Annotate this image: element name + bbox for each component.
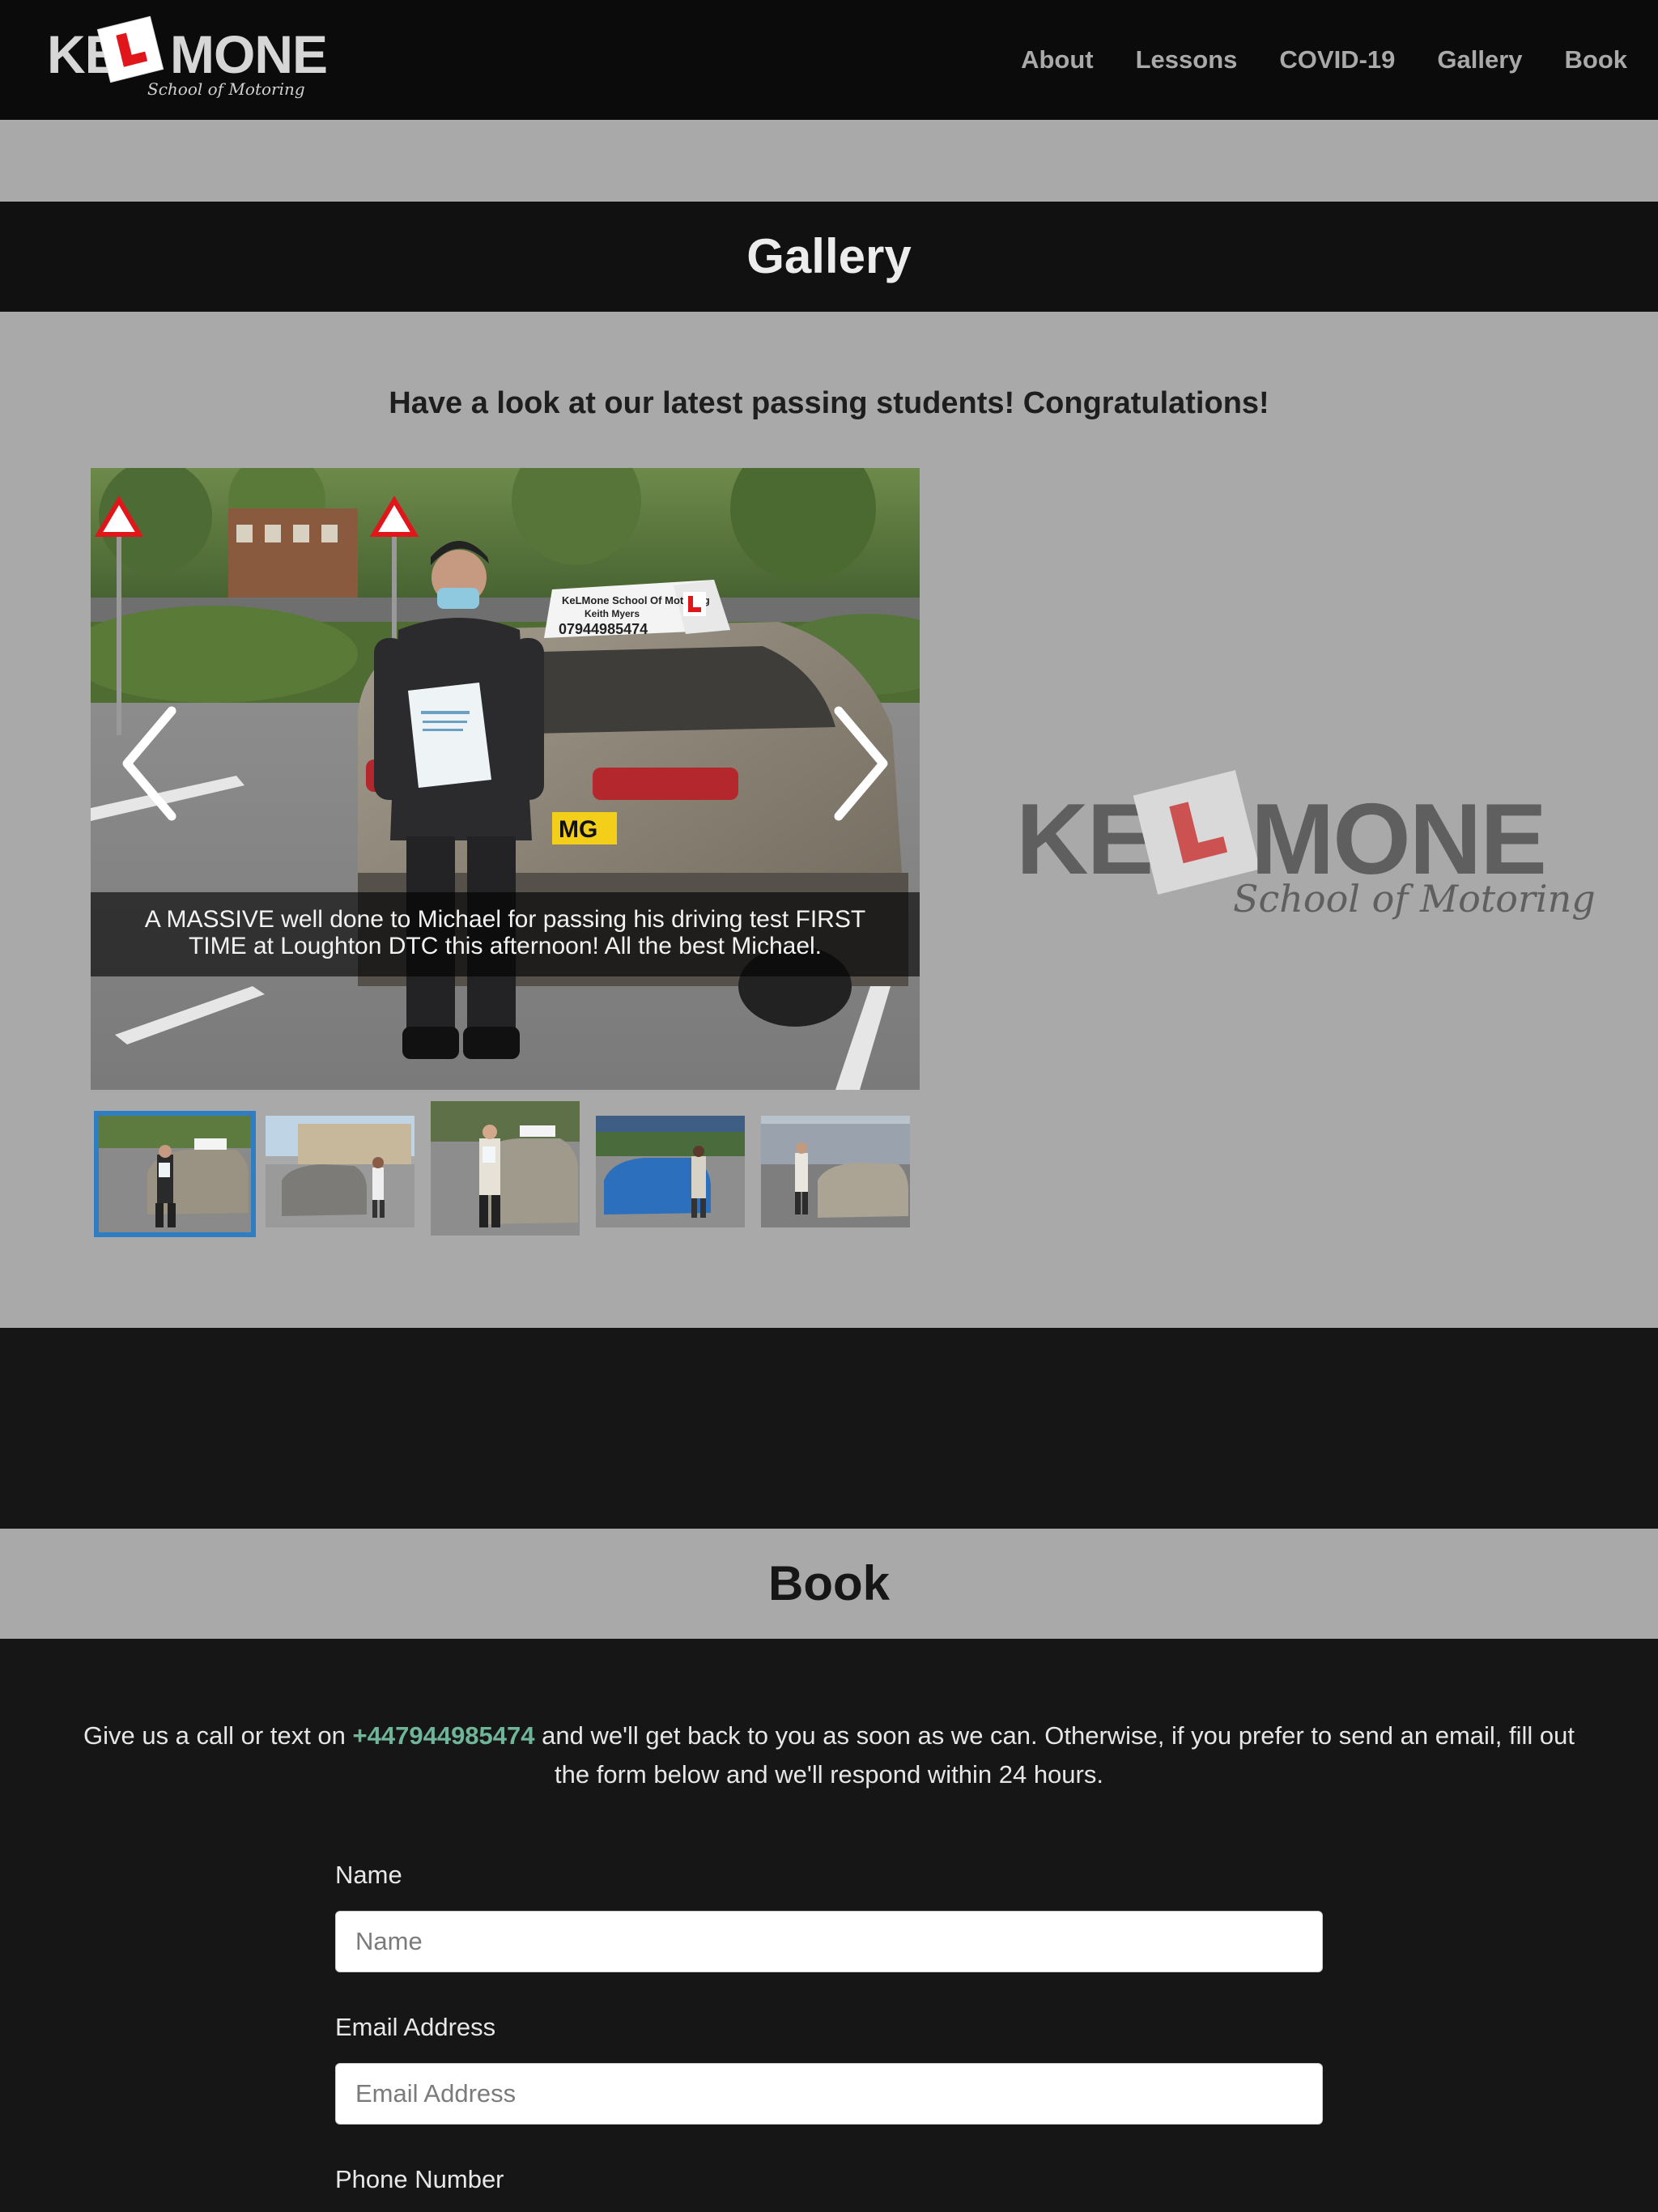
carousel-thumbnails <box>91 1101 920 1237</box>
nav-link-gallery[interactable]: Gallery <box>1437 42 1522 78</box>
car-number-plate: MG <box>559 816 597 843</box>
learner-plate-icon <box>97 16 164 83</box>
carousel-caption: A MASSIVE well done to Michael for passi… <box>91 892 920 976</box>
thumbnail-2[interactable] <box>266 1116 414 1227</box>
book-intro-after: and we'll get back to you as soon as we … <box>534 1721 1575 1789</box>
gallery-logo-tagline: School of Motoring <box>1233 877 1596 921</box>
thumbnail-1-photo <box>99 1116 251 1232</box>
carousel-photo: MG KeLMone School Of Motoring Keith Myer… <box>91 468 920 1090</box>
book-intro-before: Give us a call or text on <box>83 1721 353 1750</box>
carousel-prev-arrow[interactable] <box>115 703 188 824</box>
gallery-logo-left-text: KE <box>1016 784 1154 895</box>
brand-logo[interactable]: KE MONE School of Motoring <box>47 16 328 99</box>
brand-logo-tagline: School of Motoring <box>147 79 305 99</box>
gallery-top-spacer <box>0 120 1658 202</box>
brand-logo-right-text: MONE <box>170 24 328 84</box>
name-input[interactable] <box>335 1911 1323 1972</box>
phone-label: Phone Number <box>335 2165 504 2193</box>
gallery-carousel[interactable]: MG KeLMone School Of Motoring Keith Myer… <box>91 468 920 1090</box>
gallery-subtitle: Have a look at our latest passing studen… <box>389 386 1269 420</box>
book-intro-text: Give us a call or text on +447944985474 … <box>81 1716 1577 1794</box>
nav-link-covid[interactable]: COVID-19 <box>1279 42 1395 78</box>
nav-link-about[interactable]: About <box>1021 42 1094 78</box>
gallery-section-title: Gallery <box>0 202 1658 312</box>
gallery-logo-right-text: MONE <box>1251 784 1547 895</box>
name-label: Name <box>335 1861 402 1889</box>
thumbnail-4-photo <box>596 1116 745 1227</box>
thumbnail-1[interactable] <box>94 1111 256 1237</box>
nav-link-book[interactable]: Book <box>1565 42 1628 78</box>
roof-sign-line3: 07944985474 <box>559 621 648 637</box>
gallery-section: Have a look at our latest passing studen… <box>0 312 1658 1328</box>
thumbnail-2-photo <box>266 1116 414 1227</box>
thumbnail-3-photo <box>431 1101 580 1236</box>
thumbnail-3[interactable] <box>431 1101 580 1236</box>
gallery-brand-logo: KE MONE School of Motoring <box>1016 770 1596 984</box>
book-section: Give us a call or text on +447944985474 … <box>0 1639 1658 2212</box>
book-section-title: Book <box>0 1529 1658 1639</box>
thumbnail-4[interactable] <box>596 1116 745 1227</box>
nav-link-lessons[interactable]: Lessons <box>1136 42 1238 78</box>
email-label: Email Address <box>335 2013 496 2041</box>
thumbnail-5[interactable] <box>761 1116 910 1227</box>
section-spacer <box>0 1328 1658 1529</box>
thumbnail-5-photo <box>761 1116 910 1227</box>
roof-sign-line2: Keith Myers <box>585 608 640 619</box>
carousel-next-arrow[interactable] <box>823 703 895 824</box>
top-nav: KE MONE School of Motoring About Lessons… <box>0 0 1658 120</box>
main-menu: About Lessons COVID-19 Gallery Book <box>979 42 1627 78</box>
phone-link[interactable]: +447944985474 <box>353 1721 535 1750</box>
email-input[interactable] <box>335 2063 1323 2125</box>
